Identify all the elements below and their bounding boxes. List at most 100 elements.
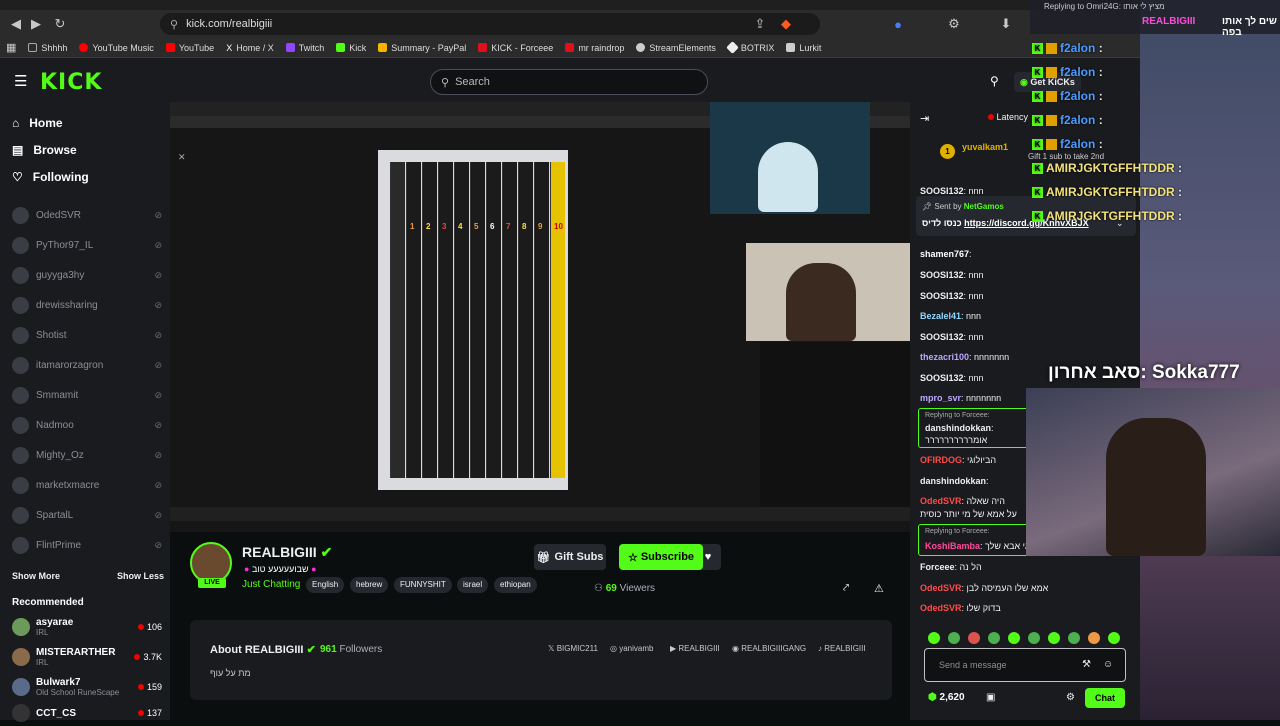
heart-icon: ♡ [12,170,23,184]
reload-icon[interactable]: ↻ [50,14,70,34]
bookmark-lurkit[interactable]: Lurkit [786,43,821,53]
forward-icon[interactable]: ▶ [26,14,46,34]
bookmark-paypal[interactable]: Summary - PayPal [378,43,466,53]
address-bar[interactable]: ⚲ kick.com/realbigiii [160,13,820,35]
bookmark-youtube-music[interactable]: YouTube Music [79,43,154,53]
following-item[interactable]: Mighty_Oz ⊘ [12,444,162,466]
following-item[interactable]: marketxmacre ⊘ [12,474,162,496]
subscribe-button[interactable]: ☆ Subscribe [619,544,703,570]
following-item[interactable]: Shotist ⊘ [12,324,162,346]
avatar [12,206,29,224]
following-item[interactable]: OdedSVR ⊘ [12,204,162,226]
chat-message: OdedSVR: אמא שלו העמיסה לבן [920,583,1049,593]
search-input[interactable]: ⚲ Search [430,69,708,95]
emote-icon[interactable] [968,632,980,644]
emote-icon[interactable] [1068,632,1080,644]
emote-icon[interactable] [1028,632,1040,644]
book: 1 [406,162,421,478]
social-tiktok[interactable]: ♪ REALBIGIII [818,644,866,653]
gift-subs-button[interactable]: 🎁︎ Gift Subs [534,544,606,570]
nav-browse[interactable]: ▤ Browse [12,143,77,157]
apps-icon[interactable]: ▦ [6,41,16,54]
chat-input[interactable]: Send a message [924,648,1126,682]
emote-icon[interactable] [1048,632,1060,644]
show-less-link[interactable]: Show Less [117,571,164,581]
nav-following[interactable]: ♡ Following [12,170,89,184]
social-youtube[interactable]: ▶ REALBIGIII [670,644,720,653]
kick-badge-icon: K [1032,91,1043,103]
video-player[interactable]: ✕ 1 2 3 4 5 6 7 8 9 10 [170,102,910,532]
following-item[interactable]: Smmamit ⊘ [12,384,162,406]
bookmark-raindrop[interactable]: mr raindrop [565,43,624,53]
menu-icon[interactable]: ☰ [14,72,27,90]
offline-icon: ⊘ [154,329,162,340]
nav-home[interactable]: ⌂ Home [12,116,63,130]
following-item[interactable]: Nadmoo ⊘ [12,414,162,436]
downloads-icon[interactable]: ⬇ [996,14,1016,34]
following-item[interactable]: itamarorzagron ⊘ [12,354,162,376]
following-item[interactable]: PyThor97_IL ⊘ [12,234,162,256]
site-info-icon[interactable]: ⚲ [170,18,178,31]
bookmark-streamelements[interactable]: StreamElements [636,43,716,53]
emote-icon[interactable] [1108,632,1120,644]
back-icon[interactable]: ◀ [6,14,26,34]
bookmark-youtube[interactable]: YouTube [165,43,214,53]
gear-icon[interactable]: ⚙ [1066,692,1075,703]
brave-shields-icon[interactable]: ◆ [776,14,796,34]
emote-icon[interactable] [948,632,960,644]
following-item[interactable]: FlintPrime ⊘ [12,534,162,556]
social-x[interactable]: 𝕏 BIGMIC211 [548,644,598,653]
share-icon[interactable]: ⤤ [843,582,849,595]
search-icon: ⚲ [441,76,450,89]
social-instagram[interactable]: ◎ yanivamb [610,644,653,653]
kick-logo[interactable]: KICK [40,70,102,95]
kick-badge-icon: K [1032,67,1043,79]
channel-points[interactable]: ⬢ 2,620 [928,692,965,703]
screen-chat-pane [760,342,910,507]
emote-icon[interactable] [988,632,1000,644]
commands-icon[interactable]: ⚒ [1082,659,1091,670]
social-discord[interactable]: ◉ REALBIGIIIGANG [732,644,806,653]
emoji-icon[interactable]: ☺ [1103,659,1113,670]
extensions-icon[interactable]: ⚙ [944,14,964,34]
share-icon[interactable]: ⇪ [750,14,770,34]
chat-send-button[interactable]: Chat [1085,688,1125,708]
avatar [12,678,30,696]
pin-icon: 📌︎ [922,202,933,211]
following-item[interactable]: drewissharing ⊘ [12,294,162,316]
recommended-item[interactable]: MISTERARTHER IRL 3.7K [12,644,162,670]
show-more-link[interactable]: Show More [12,571,60,581]
recommended-item[interactable]: asyarae IRL 106 [12,614,162,640]
recommended-item[interactable]: CCT_CS 137 [12,700,162,726]
category-link[interactable]: Just Chatting [242,579,300,590]
emote-icon[interactable] [1008,632,1020,644]
collapse-chat-icon[interactable]: ⇥ [920,112,929,125]
gift-prompt[interactable]: Gift 1 sub to take 2nd [1028,152,1104,161]
crown-badge-icon [1046,91,1057,103]
tag-english[interactable]: English [306,577,345,593]
overlay-chat-line: Kf2alon : [1032,41,1103,55]
following-item[interactable]: guyyga3hy ⊘ [12,264,162,286]
verified-icon: ✔ [320,544,333,560]
emote-icon[interactable] [928,632,940,644]
store-icon[interactable]: ▣ [986,692,995,703]
tag-israel[interactable]: israel [457,577,489,593]
recommended-item[interactable]: Bulwark7 Old School RuneScape 159 [12,674,162,700]
following-item[interactable]: SpartalL ⊘ [12,504,162,526]
bookmark-twitch[interactable]: Twitch [285,43,324,53]
tag-funnyshit[interactable]: FUNNYSHIT [394,577,452,593]
report-icon[interactable]: ⚠ [874,582,884,595]
tag-hebrew[interactable]: hebrew [350,577,389,593]
tag-ethiopan[interactable]: ethiopan [494,577,537,593]
bookmark-botrix[interactable]: BOTRIX [725,41,774,54]
emote-icon[interactable] [1088,632,1100,644]
chat-message: Bezalel41: nnn [920,311,982,321]
bookmark-kick[interactable]: Kick [336,43,366,53]
bookmark-kick-forceee[interactable]: KICK - Forceee [478,43,553,53]
extension-icon[interactable]: ● [888,14,908,34]
bookmark-x[interactable]: X Home / X [226,43,274,53]
search-toggle-icon[interactable]: ⚲ [990,74,999,88]
bookmark-shhhh[interactable]: Shhhh [28,43,67,53]
channel-name[interactable]: REALBIGIII ✔ [242,544,332,561]
sidebar: ⌂ Home ▤ Browse ♡ Following OdedSVR ⊘ PyThor… [0,106,170,722]
